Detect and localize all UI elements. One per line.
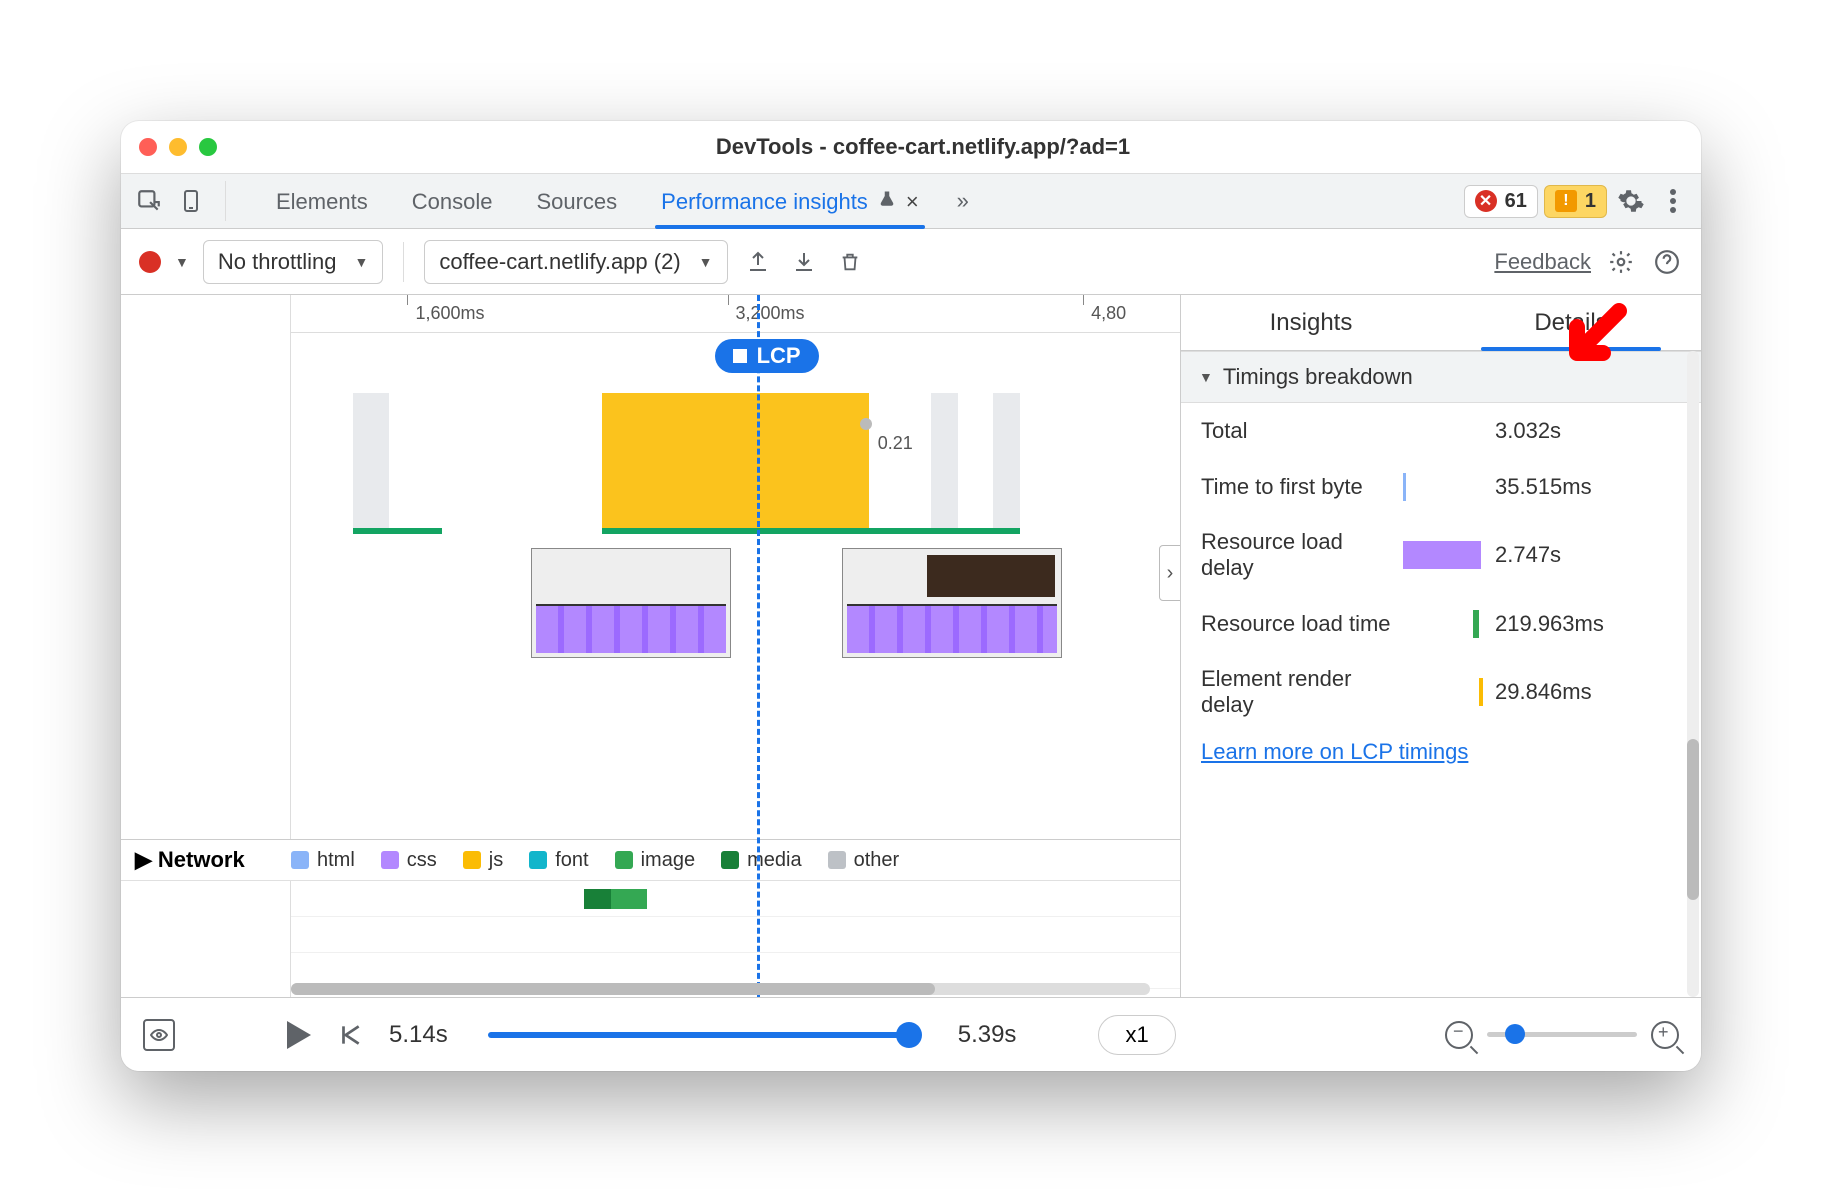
- timing-row-render-delay: Element render delay 29.846ms: [1181, 652, 1701, 733]
- replay-footer: 5.14s 5.39s x1: [121, 997, 1701, 1071]
- vertical-scrollbar[interactable]: [1687, 351, 1699, 997]
- sidebar-tab-insights[interactable]: Insights: [1181, 295, 1441, 350]
- target-select[interactable]: coffee-cart.netlify.app (2) ▼: [424, 240, 727, 284]
- tab-performance-insights[interactable]: Performance insights ×: [655, 177, 925, 225]
- error-count: 61: [1505, 190, 1527, 213]
- experiment-icon: [878, 189, 896, 215]
- end-time: 5.39s: [958, 1021, 1017, 1049]
- tab-sources[interactable]: Sources: [530, 177, 623, 225]
- track-labels-column: [121, 295, 291, 997]
- lcp-stop-icon: [733, 349, 747, 363]
- throttling-select[interactable]: No throttling ▼: [203, 240, 383, 284]
- playback-speed-button[interactable]: x1: [1098, 1015, 1175, 1055]
- tab-label: Performance insights: [661, 189, 868, 215]
- horizontal-scrollbar[interactable]: [291, 983, 1150, 995]
- chevron-right-icon: ▶: [135, 847, 152, 873]
- playhead[interactable]: [757, 295, 760, 997]
- ruler-tick: 4,80: [1091, 303, 1126, 324]
- help-icon[interactable]: [1651, 246, 1683, 278]
- maximize-window-button[interactable]: [199, 138, 217, 156]
- learn-more-link[interactable]: Learn more on LCP timings: [1181, 739, 1468, 765]
- timeline-slider[interactable]: [488, 1032, 918, 1038]
- timing-row-ttfb: Time to first byte 35.515ms: [1181, 459, 1701, 515]
- close-tab-icon[interactable]: ×: [906, 189, 919, 215]
- warning-icon: !: [1555, 190, 1577, 212]
- main-area: 1,600ms 3,200ms 4,80 LCP Layout Shifts: [121, 295, 1701, 997]
- settings-icon[interactable]: [1613, 183, 1649, 219]
- traffic-lights: [139, 138, 217, 156]
- zoom-out-button[interactable]: [1445, 1021, 1473, 1049]
- target-value: coffee-cart.netlify.app (2): [439, 249, 680, 275]
- zoom-in-button[interactable]: [1651, 1021, 1679, 1049]
- import-icon[interactable]: [788, 246, 820, 278]
- ruler-tick: 1,600ms: [415, 303, 484, 324]
- warning-count: 1: [1585, 190, 1596, 213]
- minimize-window-button[interactable]: [169, 138, 187, 156]
- timing-row-load-time: Resource load time 219.963ms: [1181, 596, 1701, 652]
- play-button[interactable]: [287, 1021, 311, 1049]
- devtools-window: DevTools - coffee-cart.netlify.app/?ad=1…: [121, 121, 1701, 1071]
- network-legend: html css js font image media other: [291, 849, 899, 872]
- tab-elements[interactable]: Elements: [270, 177, 374, 225]
- ruler-tick: 3,200ms: [736, 303, 805, 324]
- timing-row-total: Total 3.032s: [1181, 403, 1701, 459]
- shift-value: 0.21: [878, 433, 913, 454]
- sidebar-body: ▼ Timings breakdown Total 3.032s Time to…: [1181, 351, 1701, 997]
- tab-console[interactable]: Console: [406, 177, 499, 225]
- network-label[interactable]: ▶ Network: [121, 847, 291, 873]
- details-sidebar: Insights Details ▼ Timings breakdown Tot…: [1181, 295, 1701, 997]
- close-window-button[interactable]: [139, 138, 157, 156]
- time-ruler: 1,600ms 3,200ms 4,80: [291, 295, 1180, 333]
- devtools-tabbar: Elements Console Sources Performance ins…: [121, 173, 1701, 229]
- chevron-down-icon: ▼: [1199, 369, 1213, 385]
- timing-row-load-delay: Resource load delay 2.747s: [1181, 515, 1701, 596]
- chevron-down-icon: ▼: [354, 254, 368, 270]
- lcp-marker-badge[interactable]: LCP: [715, 339, 819, 373]
- inspect-element-icon[interactable]: [131, 183, 167, 219]
- titlebar: DevTools - coffee-cart.netlify.app/?ad=1: [121, 121, 1701, 173]
- record-button[interactable]: [139, 251, 161, 273]
- delete-icon[interactable]: [834, 246, 866, 278]
- preview-toggle-icon[interactable]: [143, 1019, 175, 1051]
- timeline-pane: 1,600ms 3,200ms 4,80 LCP Layout Shifts: [121, 295, 1181, 997]
- chevron-down-icon: ▼: [699, 254, 713, 270]
- feedback-link[interactable]: Feedback: [1494, 249, 1591, 275]
- device-toolbar-icon[interactable]: [173, 183, 209, 219]
- collapse-sidebar-handle[interactable]: ›: [1159, 545, 1180, 601]
- annotation-arrow-icon: [1559, 303, 1629, 378]
- panel-tabs: Elements Console Sources Performance ins…: [270, 177, 969, 225]
- zoom-slider[interactable]: [1487, 1032, 1637, 1037]
- record-menu-chevron-icon[interactable]: ▼: [175, 254, 189, 270]
- kebab-menu-icon[interactable]: [1655, 183, 1691, 219]
- timeline[interactable]: 1,600ms 3,200ms 4,80 LCP Layout Shifts: [121, 295, 1180, 997]
- network-track-header: ▶ Network html css js font image media o…: [121, 839, 1180, 881]
- warnings-badge[interactable]: ! 1: [1544, 185, 1607, 218]
- panel-settings-icon[interactable]: [1605, 246, 1637, 278]
- panel-toolbar: ▼ No throttling ▼ coffee-cart.netlify.ap…: [121, 229, 1701, 295]
- throttling-value: No throttling: [218, 249, 337, 275]
- export-icon[interactable]: [742, 246, 774, 278]
- window-title: DevTools - coffee-cart.netlify.app/?ad=1: [217, 134, 1629, 160]
- lcp-label: LCP: [757, 343, 801, 369]
- layout-shift-thumbnail[interactable]: [842, 548, 1062, 658]
- error-icon: ✕: [1475, 190, 1497, 212]
- layout-shift-thumbnail[interactable]: [531, 548, 731, 658]
- current-time: 5.14s: [389, 1021, 448, 1049]
- jump-to-start-button[interactable]: [337, 1022, 363, 1048]
- errors-badge[interactable]: ✕ 61: [1464, 185, 1538, 218]
- more-tabs-button[interactable]: »: [957, 188, 969, 214]
